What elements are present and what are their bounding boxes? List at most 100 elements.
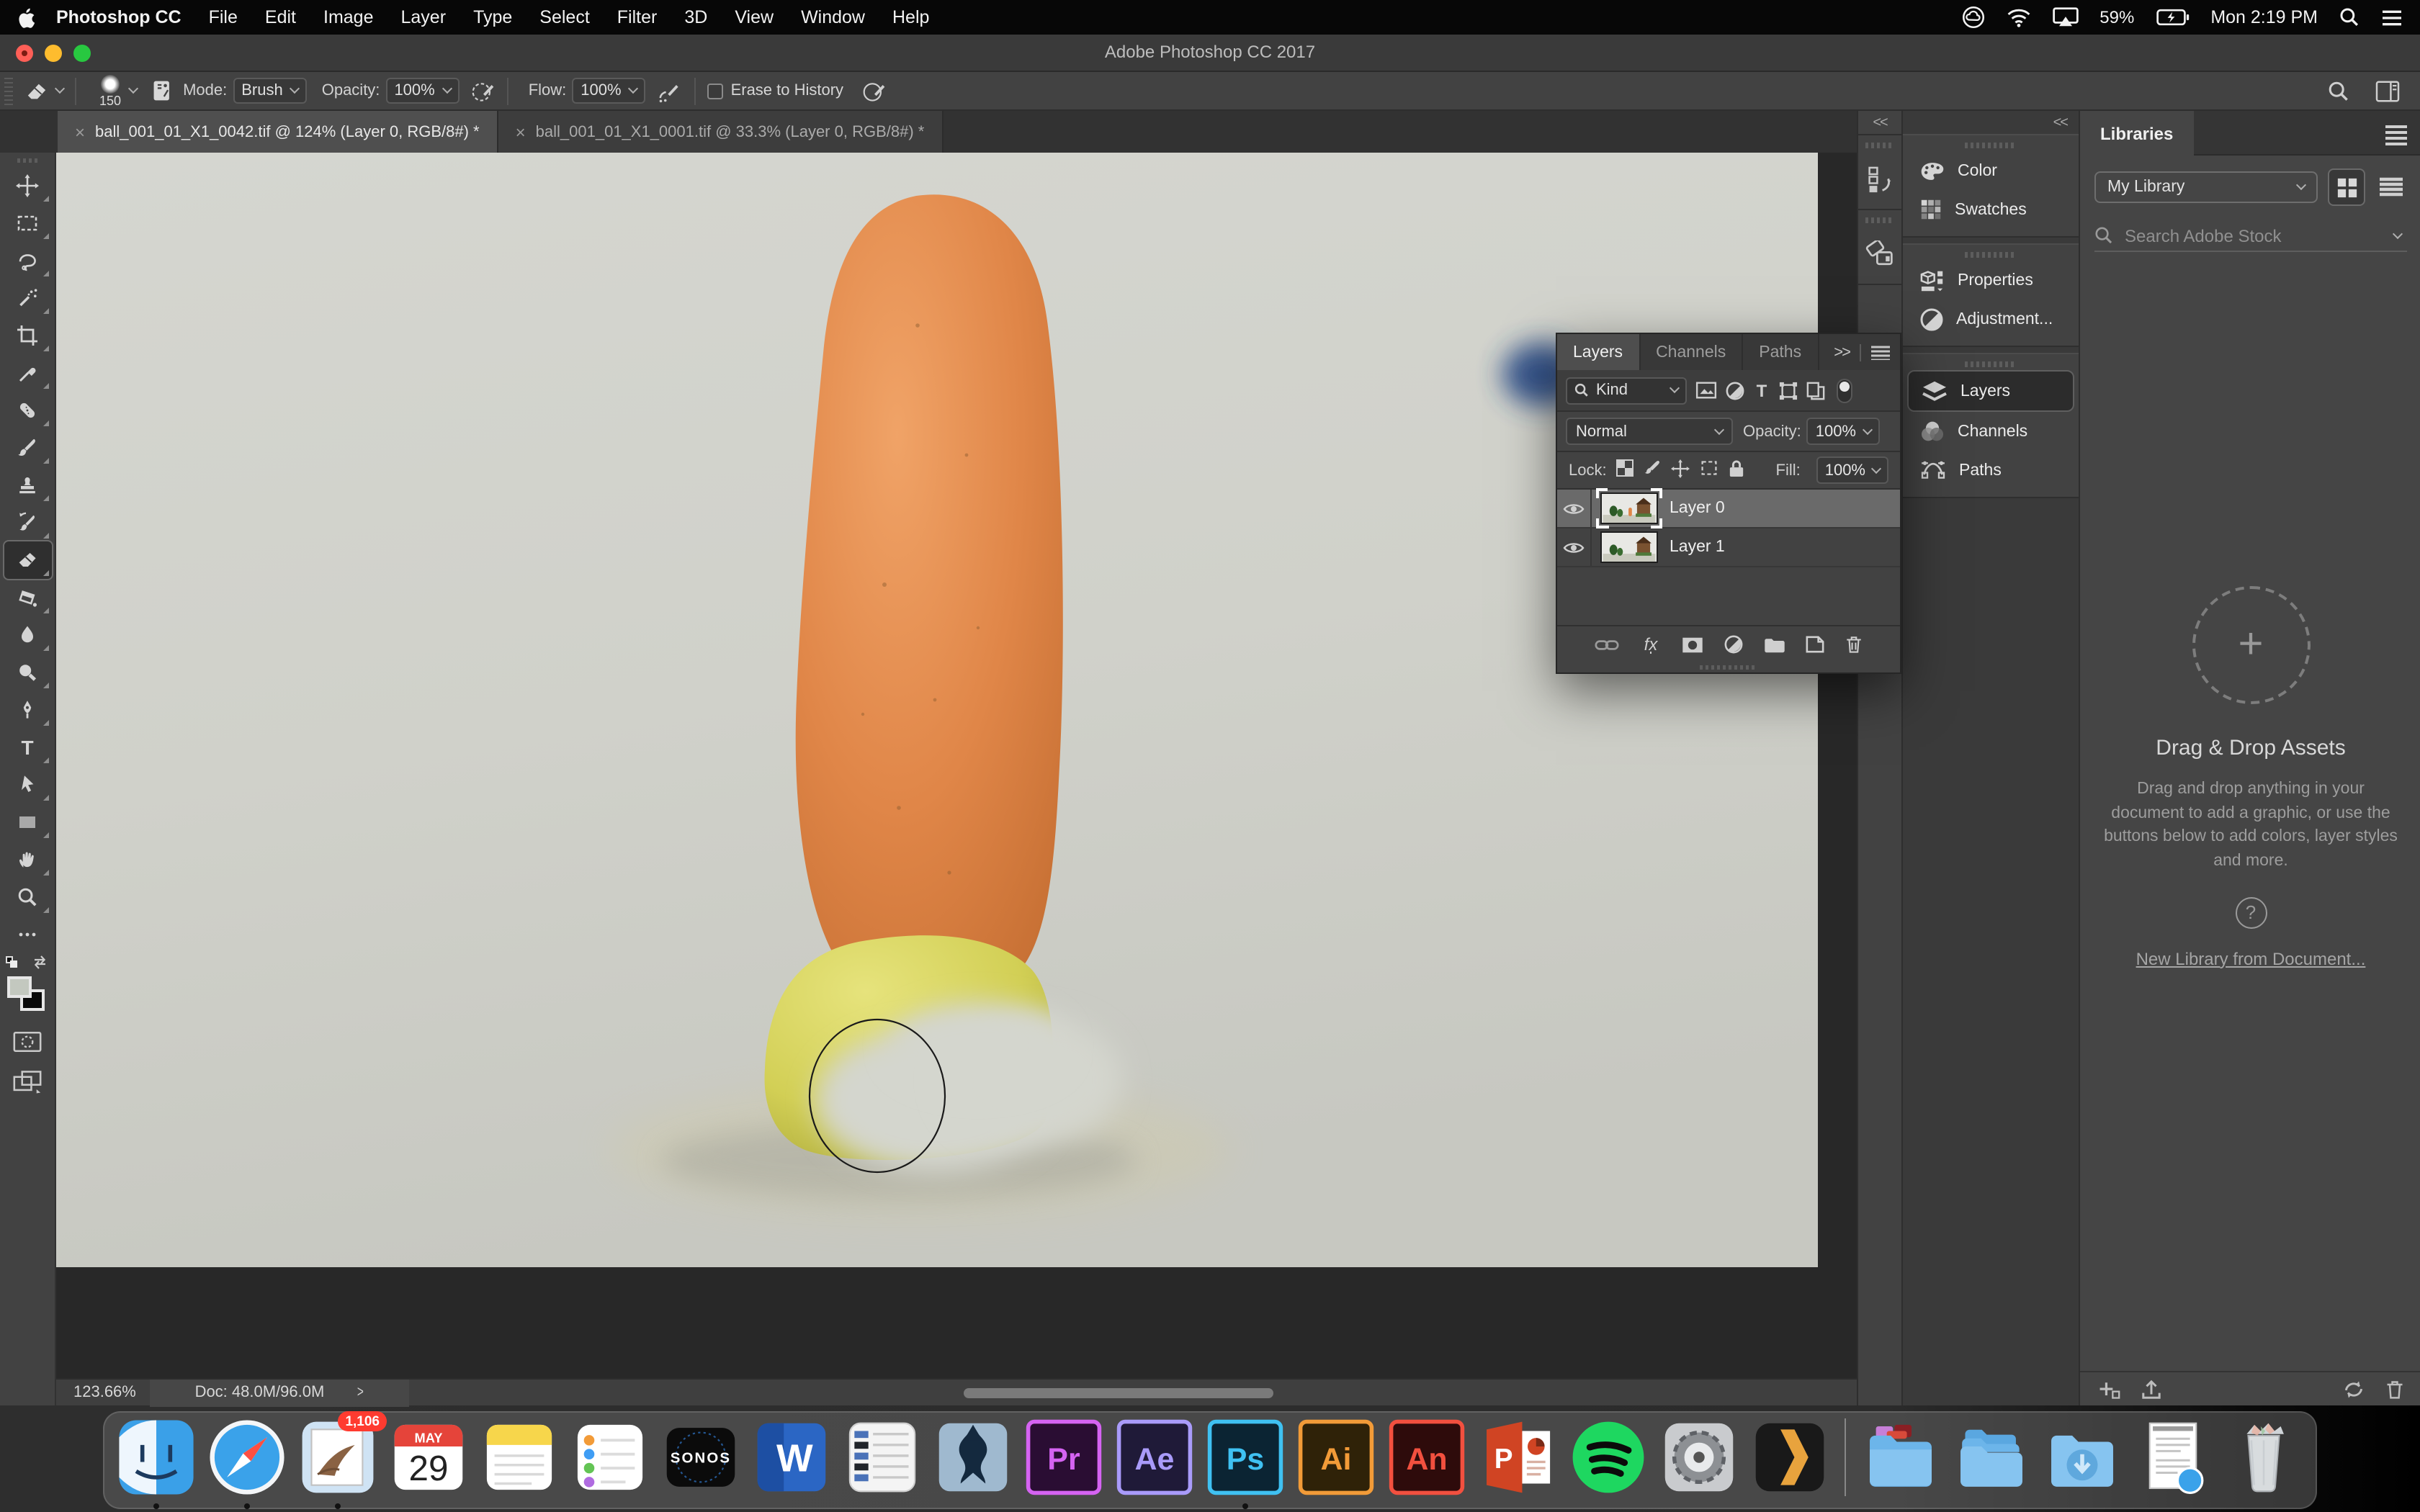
- link-layers-icon[interactable]: [1595, 637, 1619, 652]
- rectangular-marquee-tool[interactable]: [4, 204, 51, 242]
- library-select[interactable]: My Library: [2094, 171, 2318, 203]
- lock-all-icon[interactable]: [1729, 459, 1745, 482]
- menu-item-select[interactable]: Select: [539, 7, 590, 27]
- mode-select[interactable]: Brush: [233, 78, 308, 104]
- panel-button-paths[interactable]: Paths: [1903, 451, 2079, 490]
- menu-item-filter[interactable]: Filter: [617, 7, 658, 27]
- grid-view-button[interactable]: [2328, 168, 2365, 206]
- lock-position-icon[interactable]: [1672, 459, 1690, 482]
- layer-name[interactable]: Layer 0: [1670, 500, 1725, 517]
- document-size-info[interactable]: Doc: 48.0M/96.0M >: [151, 1379, 410, 1406]
- lock-transparency-icon[interactable]: [1617, 459, 1634, 481]
- layer-fill-select[interactable]: 100%: [1816, 456, 1888, 484]
- eraser-tool[interactable]: [4, 541, 51, 579]
- dock-folder-stack[interactable]: [1950, 1416, 2033, 1499]
- edit-toolbar[interactable]: [4, 916, 51, 953]
- delete-library-icon[interactable]: [2385, 1379, 2404, 1399]
- screen-mode-button[interactable]: [12, 1070, 43, 1094]
- panel-button-channels[interactable]: Channels: [1903, 412, 2079, 451]
- eyedropper-tool[interactable]: [4, 354, 51, 392]
- dock-safari[interactable]: [205, 1416, 289, 1499]
- dodge-tool[interactable]: [4, 654, 51, 691]
- blend-mode-select[interactable]: Normal: [1566, 418, 1733, 445]
- panel-button-layers[interactable]: Layers: [1907, 370, 2074, 412]
- pen-tool[interactable]: [4, 691, 51, 729]
- tab-close-icon[interactable]: ×: [75, 122, 85, 142]
- lock-pixels-icon[interactable]: [1644, 459, 1662, 481]
- dock-reminders[interactable]: [568, 1416, 652, 1499]
- list-view-button[interactable]: [2372, 168, 2410, 206]
- dock-trash[interactable]: [2222, 1416, 2305, 1499]
- brush-tool[interactable]: [4, 429, 51, 467]
- panel-resize-grip[interactable]: [1557, 662, 1900, 672]
- creative-cloud-icon[interactable]: [1961, 6, 1984, 29]
- document-tab-0[interactable]: ×ball_001_01_X1_0042.tif @ 124% (Layer 0…: [58, 111, 498, 153]
- dock-spotify[interactable]: [1567, 1416, 1650, 1499]
- panel-button-properties[interactable]: Properties: [1903, 261, 2079, 300]
- dock-animate[interactable]: An: [1385, 1416, 1469, 1499]
- layer-visibility-eye-icon[interactable]: [1557, 528, 1592, 566]
- upload-library-icon[interactable]: [2141, 1379, 2162, 1399]
- layer-name[interactable]: Layer 1: [1670, 539, 1725, 556]
- quick-mask-button[interactable]: [12, 1031, 43, 1053]
- menu-item-photoshop-cc[interactable]: Photoshop CC: [56, 7, 182, 27]
- airplay-icon[interactable]: [2052, 7, 2078, 27]
- dock-photoshop[interactable]: Ps: [1204, 1416, 1287, 1499]
- blur-tool[interactable]: [4, 616, 51, 654]
- filter-smart-objects-icon[interactable]: [1806, 381, 1825, 400]
- layer-mask-icon[interactable]: [1682, 636, 1705, 653]
- lock-artboard-icon[interactable]: [1700, 459, 1719, 481]
- search-icon[interactable]: [2328, 80, 2349, 102]
- help-icon[interactable]: ?: [2235, 896, 2267, 928]
- layer-opacity-select[interactable]: 100%: [1807, 418, 1879, 445]
- adjustment-layer-icon[interactable]: [1724, 635, 1743, 654]
- clone-stamp-tool[interactable]: [4, 467, 51, 504]
- stock-search-field[interactable]: Search Adobe Stock: [2094, 220, 2407, 252]
- menu-item-type[interactable]: Type: [473, 7, 512, 27]
- crop-tool[interactable]: [4, 317, 51, 354]
- layer-thumbnail[interactable]: [1600, 492, 1658, 524]
- dock-folder-downloads[interactable]: [2040, 1416, 2124, 1499]
- zoom-tool[interactable]: [4, 878, 51, 916]
- layer-thumbnail[interactable]: [1600, 531, 1658, 563]
- workspace-switcher-icon[interactable]: [2375, 80, 2400, 102]
- status-chevron-icon[interactable]: >: [357, 1384, 364, 1401]
- lasso-tool[interactable]: [4, 242, 51, 279]
- panel-menu-icon[interactable]: [1871, 345, 1890, 359]
- magic-wand-tool[interactable]: [4, 279, 51, 317]
- horizontal-scrollbar[interactable]: [964, 1388, 1273, 1398]
- airbrush-icon[interactable]: [658, 78, 684, 103]
- dock-webpage-document[interactable]: [2131, 1416, 2215, 1499]
- new-layer-icon[interactable]: [1806, 635, 1826, 654]
- photo-canvas[interactable]: [56, 153, 1818, 1267]
- dock-illustrator[interactable]: Ai: [1294, 1416, 1378, 1499]
- options-grip[interactable]: [4, 76, 13, 105]
- layer-row-1[interactable]: Layer 1: [1557, 528, 1900, 567]
- wifi-icon[interactable]: [2006, 8, 2030, 27]
- menu-item-image[interactable]: Image: [323, 7, 374, 27]
- menu-item-3d[interactable]: 3D: [684, 7, 707, 27]
- hand-tool[interactable]: [4, 841, 51, 878]
- delete-layer-icon[interactable]: [1845, 635, 1863, 654]
- layer-visibility-eye-icon[interactable]: [1557, 490, 1592, 527]
- brush-preset-picker[interactable]: 150: [99, 74, 121, 107]
- toolbar-grip[interactable]: [17, 158, 37, 163]
- panel-menu-icon[interactable]: [2385, 122, 2407, 148]
- pressure-opacity-icon[interactable]: [471, 78, 496, 103]
- dock-piano-app[interactable]: [841, 1416, 924, 1499]
- panel-button-color[interactable]: Color: [1903, 151, 2079, 190]
- type-tool[interactable]: T: [4, 729, 51, 766]
- add-asset-icon[interactable]: [2097, 1379, 2120, 1399]
- dock-after-effects[interactable]: Ae: [1113, 1416, 1196, 1499]
- dock-dragon-app[interactable]: [931, 1416, 1015, 1499]
- window-title-bar[interactable]: Adobe Photoshop CC 2017: [0, 35, 2420, 72]
- spot-healing-brush-tool[interactable]: [4, 392, 51, 429]
- libraries-tab[interactable]: Libraries: [2080, 111, 2193, 156]
- layer-style-icon[interactable]: fx: [1639, 635, 1662, 654]
- new-library-link[interactable]: New Library from Document...: [2080, 948, 2420, 968]
- layer-row-0[interactable]: Layer 0: [1557, 490, 1900, 528]
- gradient-tool[interactable]: [4, 579, 51, 616]
- move-tool[interactable]: [4, 167, 51, 204]
- opacity-select[interactable]: 100%: [385, 78, 459, 104]
- apple-menu-icon[interactable]: [17, 6, 36, 28]
